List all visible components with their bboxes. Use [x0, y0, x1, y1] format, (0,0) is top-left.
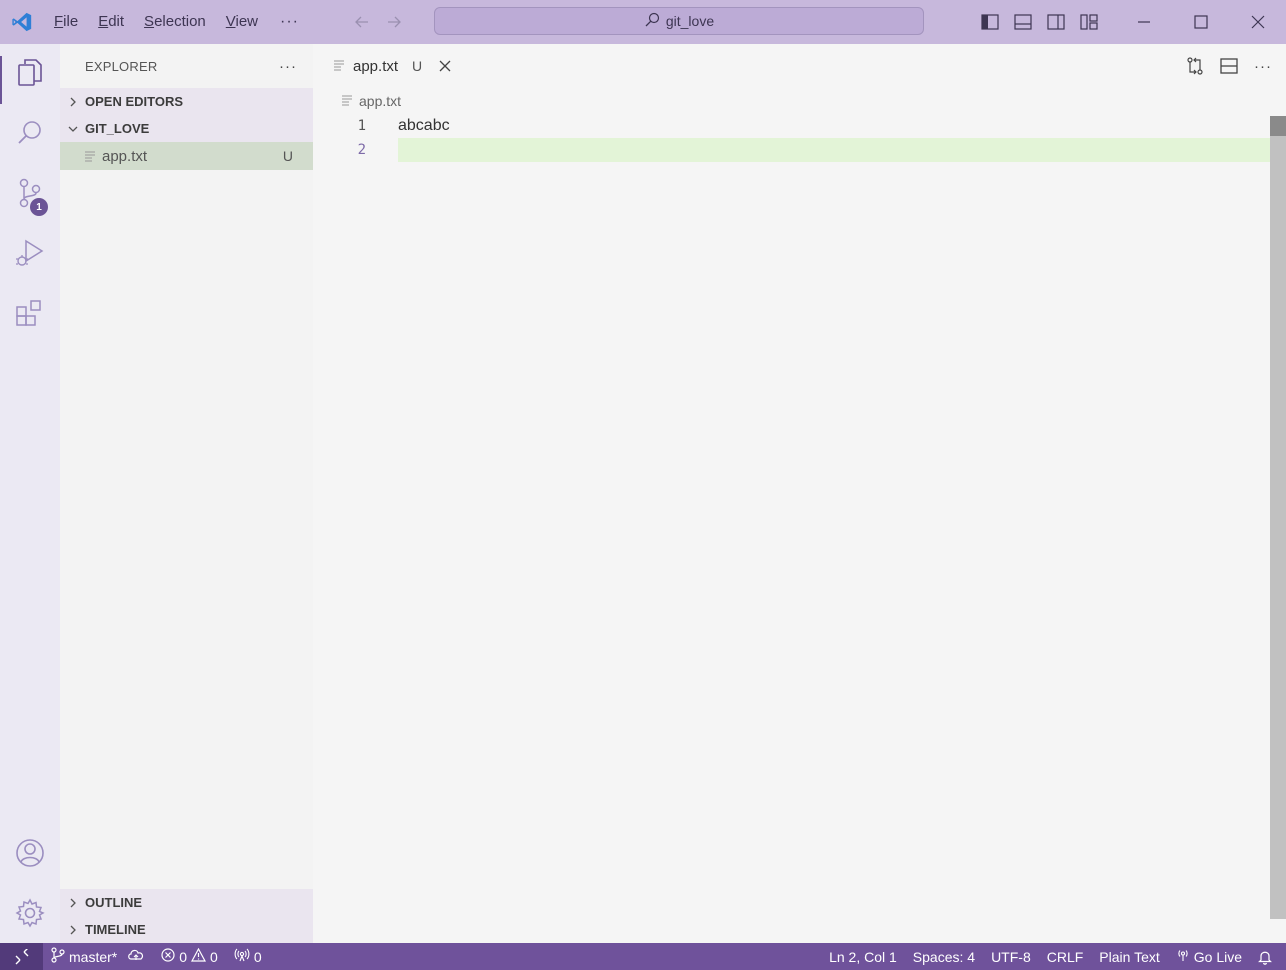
- toggle-panel-icon[interactable]: [1006, 0, 1039, 44]
- code-editor[interactable]: 1 abcabc 2: [313, 114, 1286, 162]
- sidebar-header: EXPLORER ···: [60, 44, 313, 88]
- warning-icon: [191, 947, 207, 965]
- encoding[interactable]: UTF-8: [983, 943, 1039, 970]
- editor-tabs: app.txt U ···: [313, 44, 1286, 88]
- editor-more-button[interactable]: ···: [1252, 55, 1274, 77]
- vertical-scrollbar[interactable]: [1270, 116, 1286, 919]
- branch-indicator[interactable]: master*: [43, 943, 153, 970]
- source-control-icon[interactable]: 1: [0, 164, 60, 222]
- remote-indicator-icon[interactable]: [0, 943, 43, 970]
- text-file-icon: [84, 150, 102, 162]
- go-live-button[interactable]: Go Live: [1168, 943, 1250, 970]
- publish-cloud-icon[interactable]: [127, 948, 145, 965]
- forward-arrow-icon[interactable]: [383, 11, 405, 33]
- search-text: git_love: [665, 13, 715, 29]
- workspace-folder-label: GIT_LOVE: [85, 121, 150, 136]
- vscode-logo-icon: [0, 0, 44, 44]
- command-center-search[interactable]: git_love: [434, 7, 924, 35]
- open-changes-icon[interactable]: [1184, 55, 1206, 77]
- menu-bar: File Edit Selection View ···: [44, 0, 311, 44]
- scrollbar-thumb[interactable]: [1270, 116, 1286, 136]
- toggle-secondary-sidebar-icon[interactable]: [1039, 0, 1072, 44]
- outline-label: OUTLINE: [85, 895, 143, 910]
- maximize-icon[interactable]: [1172, 0, 1229, 44]
- chevron-right-icon: [60, 898, 85, 908]
- breadcrumb: app.txt: [313, 88, 1286, 114]
- problems-indicator[interactable]: 0 0: [153, 943, 226, 970]
- git-status-untracked: U: [282, 148, 293, 164]
- error-icon: [161, 948, 175, 965]
- customize-layout-icon[interactable]: [1072, 0, 1105, 44]
- timeline-label: TIMELINE: [85, 922, 146, 937]
- indentation[interactable]: Spaces: 4: [905, 943, 983, 970]
- error-count: 0: [179, 948, 188, 965]
- chevron-down-icon: [60, 124, 85, 134]
- line-number: 2: [357, 142, 366, 158]
- account-icon[interactable]: [0, 824, 60, 882]
- activity-bar: 1: [0, 44, 60, 943]
- tab-label: app.txt: [353, 57, 399, 75]
- open-editors-section[interactable]: OPEN EDITORS: [60, 88, 313, 115]
- settings-gear-icon[interactable]: [0, 884, 60, 942]
- close-tab-icon[interactable]: [436, 57, 454, 75]
- warning-count: 0: [210, 948, 218, 965]
- git-branch-icon: [51, 947, 65, 966]
- timeline-section[interactable]: TIMELINE: [60, 916, 313, 943]
- code-line: 1 abcabc: [313, 114, 1286, 138]
- explorer-sidebar: EXPLORER ··· OPEN EDITORS GIT_LOVE app.t…: [60, 44, 313, 943]
- chevron-right-icon: [60, 97, 85, 107]
- workspace-folder-section[interactable]: GIT_LOVE: [60, 115, 313, 142]
- tab-app-txt[interactable]: app.txt U: [313, 44, 467, 88]
- broadcast-icon: [1176, 948, 1190, 965]
- search-icon[interactable]: [0, 104, 60, 162]
- tab-git-status: U: [412, 58, 423, 74]
- editor-area: app.txt U ··· app.txt 1 abcabc 2: [313, 44, 1286, 943]
- close-window-icon[interactable]: [1229, 0, 1286, 44]
- go-live-label: Go Live: [1193, 948, 1242, 965]
- open-editors-label: OPEN EDITORS: [85, 94, 184, 109]
- text-file-icon: [333, 58, 345, 75]
- status-bar: master* 0 0 0 Ln 2, Col 1 Spaces: 4 UTF-…: [0, 943, 1286, 970]
- code-line-current: 2: [313, 138, 1286, 162]
- language-mode[interactable]: Plain Text: [1091, 943, 1167, 970]
- line-text: abcabc: [398, 117, 450, 134]
- title-bar: File Edit Selection View ··· git_love: [0, 0, 1286, 44]
- split-editor-icon[interactable]: [1218, 55, 1240, 77]
- end-of-line[interactable]: CRLF: [1039, 943, 1092, 970]
- notifications-bell-icon[interactable]: [1250, 943, 1286, 970]
- source-control-badge: 1: [30, 198, 48, 216]
- navigation-arrows: [351, 11, 405, 33]
- breadcrumb-file[interactable]: app.txt: [359, 93, 401, 109]
- cursor-position[interactable]: Ln 2, Col 1: [821, 943, 905, 970]
- broadcast-icon: [234, 948, 250, 965]
- menu-edit[interactable]: Edit: [88, 0, 134, 44]
- outline-section[interactable]: OUTLINE: [60, 889, 313, 916]
- back-arrow-icon[interactable]: [351, 11, 373, 33]
- ports-indicator[interactable]: 0: [226, 943, 270, 970]
- line-number: 1: [357, 118, 366, 134]
- active-indicator: [0, 56, 2, 104]
- file-name: app.txt: [102, 147, 148, 165]
- branch-name: master*: [69, 948, 118, 965]
- ports-count: 0: [253, 948, 262, 965]
- sidebar-more-button[interactable]: ···: [279, 58, 297, 75]
- explorer-icon[interactable]: [0, 44, 60, 104]
- menu-selection[interactable]: Selection: [134, 0, 216, 44]
- file-tree-item[interactable]: app.txt U: [60, 142, 313, 170]
- run-debug-icon[interactable]: [0, 224, 60, 282]
- minimize-icon[interactable]: [1115, 0, 1172, 44]
- menu-view[interactable]: View: [216, 0, 268, 44]
- search-icon: [644, 12, 660, 31]
- toggle-primary-sidebar-icon[interactable]: [973, 0, 1006, 44]
- menu-file[interactable]: File: [44, 0, 88, 44]
- extensions-icon[interactable]: [0, 284, 60, 342]
- menu-more-button[interactable]: ···: [268, 13, 311, 31]
- text-file-icon: [341, 93, 353, 109]
- chevron-right-icon: [60, 925, 85, 935]
- current-line-highlight: [398, 138, 1286, 162]
- sidebar-title: EXPLORER: [85, 58, 158, 74]
